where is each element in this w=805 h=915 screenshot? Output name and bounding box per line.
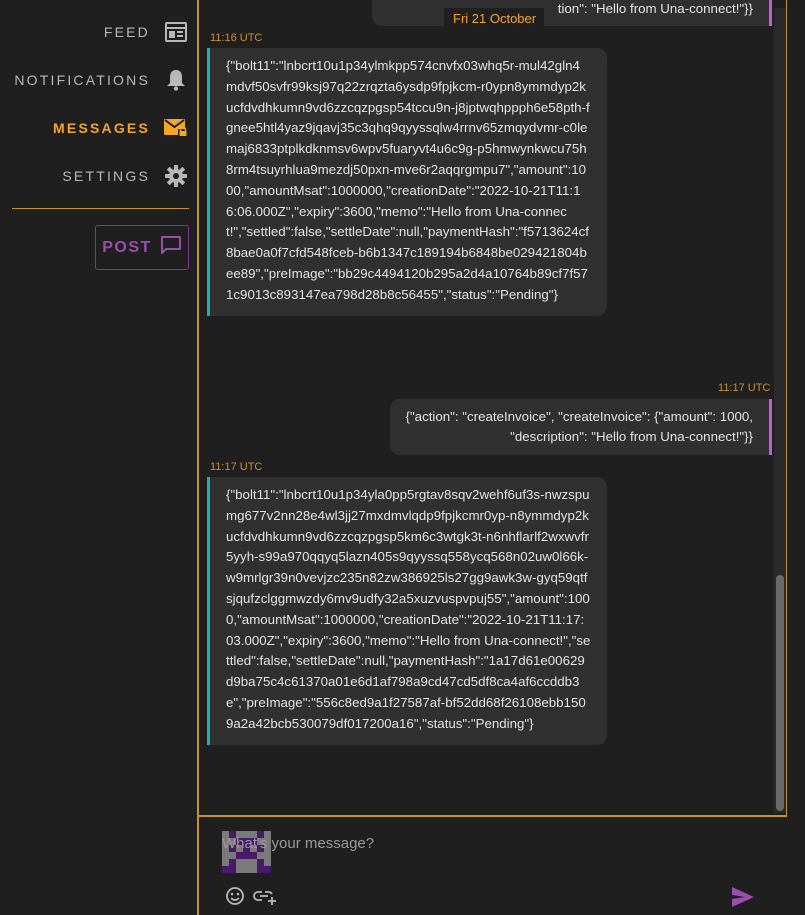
mail-lock-icon xyxy=(164,116,188,140)
main-border-right xyxy=(786,0,787,815)
date-separator: Fri 21 October xyxy=(453,11,537,26)
sidebar-item-label: NOTIFICATIONS xyxy=(14,72,150,88)
message-input[interactable] xyxy=(222,830,762,856)
message-text: {"bolt11":"lnbcrt10u1p34ylmkpp574cnvfx03… xyxy=(226,58,590,302)
sidebar-item-label: FEED xyxy=(103,24,150,40)
message-bubble-incoming: {"bolt11":"lnbcrt10u1p34ylmkpp574cnvfx03… xyxy=(207,48,607,316)
sidebar-divider xyxy=(12,208,189,209)
feed-icon xyxy=(164,20,188,44)
sidebar-item-label: SETTINGS xyxy=(62,168,150,184)
sidebar-item-settings[interactable]: SETTINGS xyxy=(62,162,188,190)
message-text: tion": "Hello from Una-connect!"}} xyxy=(557,1,753,16)
sidebar-item-messages[interactable]: MESSAGES xyxy=(53,114,188,142)
sidebar-item-label: MESSAGES xyxy=(53,120,150,136)
link-add-icon[interactable] xyxy=(253,886,277,908)
sidebar: FEED NOTIFICATIONS MESSAGES SETTINGS POS… xyxy=(0,0,198,915)
scrollbar-thumb[interactable] xyxy=(776,575,784,811)
comment-icon xyxy=(160,235,182,260)
message-text: {"bolt11":"lnbcrt10u1p34yla0pp5rgtav8sqv… xyxy=(226,487,591,731)
message-bubble-incoming: {"bolt11":"lnbcrt10u1p34yla0pp5rgtav8sqv… xyxy=(207,477,607,745)
message-time: 11:16 UTC xyxy=(210,32,263,44)
send-icon[interactable] xyxy=(731,886,755,908)
post-button[interactable]: POST xyxy=(95,225,189,270)
message-bubble-outgoing: {"action": "createInvoice", "createInvoi… xyxy=(389,399,772,455)
main-border-left xyxy=(197,0,199,915)
message-text-line: {"action": "createInvoice", "createInvoi… xyxy=(405,409,753,424)
message-time: 11:17 UTC xyxy=(718,382,771,394)
post-button-label: POST xyxy=(102,238,152,256)
message-text-line: "description": "Hello from Una-connect!"… xyxy=(510,429,753,444)
gear-icon xyxy=(164,164,188,188)
message-time: 11:17 UTC xyxy=(210,461,263,473)
emoji-icon[interactable] xyxy=(225,886,247,908)
message-bubble-outgoing-partial: tion": "Hello from Una-connect!"}} xyxy=(372,0,772,26)
bell-icon xyxy=(164,68,188,92)
sidebar-item-notifications[interactable]: NOTIFICATIONS xyxy=(14,66,188,94)
sidebar-item-feed[interactable]: FEED xyxy=(104,18,188,46)
